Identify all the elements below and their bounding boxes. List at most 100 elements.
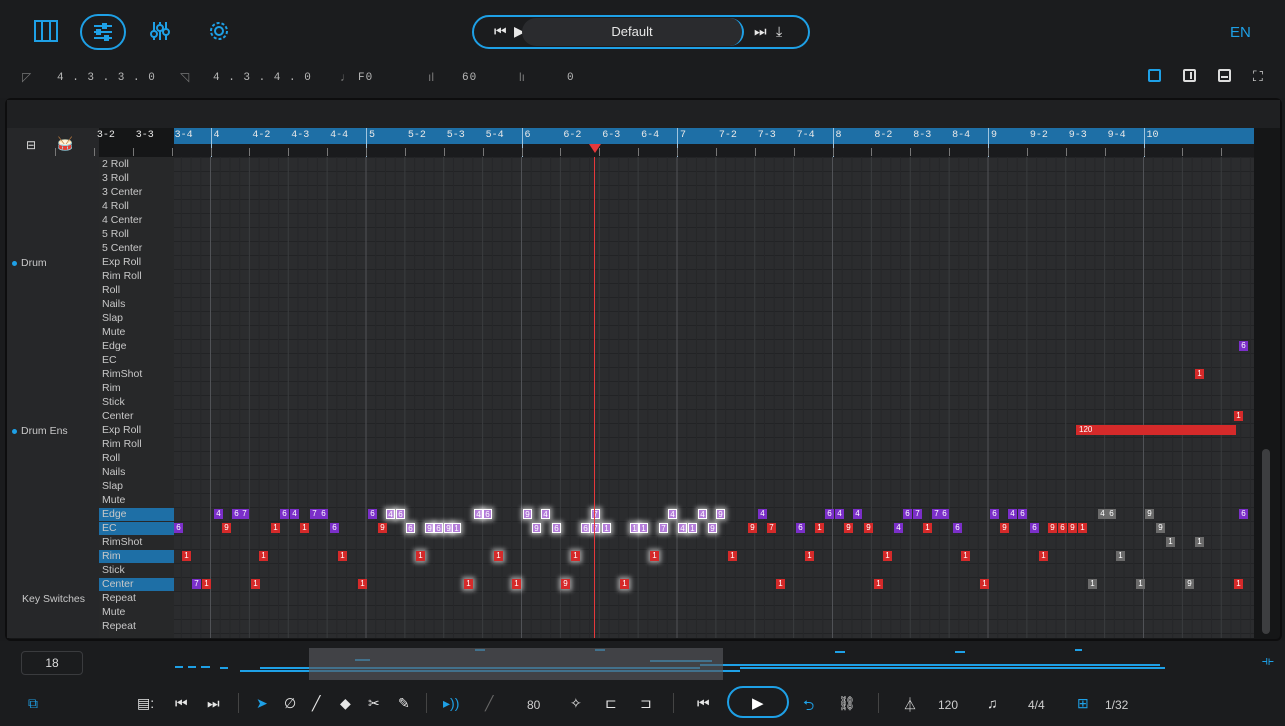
- lane-label[interactable]: Rim: [102, 381, 121, 395]
- scissors-tool-icon[interactable]: ✂: [368, 695, 380, 712]
- quantize-value[interactable]: 1/32: [1105, 698, 1128, 712]
- midi-note[interactable]: 1: [923, 523, 932, 533]
- pitch-value[interactable]: F0: [358, 72, 373, 84]
- midi-note[interactable]: 4: [758, 509, 767, 519]
- lane-label[interactable]: Stick: [102, 395, 125, 409]
- lane-label[interactable]: Rim Roll: [102, 269, 142, 283]
- midi-note[interactable]: 9: [864, 523, 873, 533]
- midi-note[interactable]: 4: [835, 509, 844, 519]
- midi-note[interactable]: 1: [874, 579, 883, 589]
- note-grid[interactable]: 4676476646469474494644677664646966911696…: [174, 157, 1254, 638]
- midi-note[interactable]: 9: [1048, 523, 1057, 533]
- pointer-tool-icon[interactable]: ➤: [256, 695, 268, 712]
- midi-note[interactable]: 6: [174, 523, 183, 533]
- fit-icon[interactable]: ⟛: [1262, 653, 1274, 669]
- lane-label[interactable]: 2 Roll: [102, 157, 129, 171]
- piano-icon[interactable]: [33, 20, 59, 46]
- midi-note[interactable]: 1: [1234, 411, 1243, 421]
- tempo-value[interactable]: 120: [938, 698, 958, 712]
- midi-note[interactable]: 4: [386, 509, 395, 519]
- midi-note[interactable]: 6: [1018, 509, 1027, 519]
- overview-viewport[interactable]: [309, 648, 723, 680]
- collapse-icon[interactable]: ⊟: [26, 138, 36, 152]
- midi-note[interactable]: 7: [192, 579, 201, 589]
- lane-label[interactable]: 3 Roll: [102, 171, 129, 185]
- midi-note[interactable]: 1: [883, 551, 892, 561]
- midi-note[interactable]: 9: [425, 523, 434, 533]
- lane-label[interactable]: 3 Center: [102, 185, 142, 199]
- midi-note[interactable]: 1: [1136, 579, 1145, 589]
- midi-note[interactable]: 9: [523, 509, 532, 519]
- midi-note[interactable]: 6: [581, 523, 590, 533]
- midi-note[interactable]: 1: [416, 551, 425, 561]
- lane-label[interactable]: 5 Center: [102, 241, 142, 255]
- lane-label[interactable]: Nails: [102, 297, 125, 311]
- midi-note[interactable]: 1: [571, 551, 580, 561]
- midi-note[interactable]: 6: [552, 523, 561, 533]
- midi-note[interactable]: 1: [251, 579, 260, 589]
- midi-note[interactable]: 7: [591, 523, 600, 533]
- midi-note[interactable]: 1: [815, 523, 824, 533]
- lane-label[interactable]: EC: [102, 353, 117, 367]
- view-mode-bottom-icon[interactable]: [1218, 69, 1231, 82]
- midi-note[interactable]: 7: [240, 509, 249, 519]
- lane-label[interactable]: Edge: [102, 507, 127, 521]
- quantize-grid-icon[interactable]: ⊞: [1077, 695, 1089, 712]
- midi-note[interactable]: 1: [1234, 579, 1243, 589]
- midi-note[interactable]: 1: [182, 551, 191, 561]
- lane-label[interactable]: Slap: [102, 479, 123, 493]
- group-drum[interactable]: Drum: [12, 257, 47, 269]
- lane-label[interactable]: Mute: [102, 325, 125, 339]
- lane-label[interactable]: Center: [102, 409, 134, 423]
- eraser-tool-icon[interactable]: ◆: [340, 695, 351, 712]
- midi-note[interactable]: 1: [338, 551, 347, 561]
- midi-note[interactable]: 7: [659, 523, 668, 533]
- mute-tool-icon[interactable]: ∅: [284, 695, 296, 712]
- loop-icon[interactable]: ⮌: [803, 695, 814, 719]
- document-menu-icon[interactable]: ▤:: [137, 695, 154, 712]
- long-midi-note[interactable]: 120: [1076, 425, 1236, 435]
- link-icon[interactable]: ⛓: [838, 695, 856, 712]
- midi-note[interactable]: 4: [541, 509, 550, 519]
- midi-note[interactable]: 4: [290, 509, 299, 519]
- start-position[interactable]: 4 . 3 . 3 . 0: [57, 72, 156, 84]
- midi-note[interactable]: 9: [222, 523, 231, 533]
- midi-note[interactable]: 1: [300, 523, 309, 533]
- midi-note[interactable]: 6: [990, 509, 999, 519]
- group-key-switches[interactable]: Key Switches: [22, 593, 85, 605]
- lane-label[interactable]: RimShot: [102, 367, 142, 381]
- lane-label[interactable]: Slap: [102, 311, 123, 325]
- midi-note[interactable]: 6: [1107, 509, 1116, 519]
- group-drum-ens[interactable]: Drum Ens: [12, 425, 68, 437]
- midi-note[interactable]: 4: [698, 509, 707, 519]
- midi-note[interactable]: 9: [1068, 523, 1077, 533]
- midi-note[interactable]: 7: [310, 509, 319, 519]
- midi-note[interactable]: 4: [1098, 509, 1107, 519]
- midi-note[interactable]: 9: [1156, 523, 1165, 533]
- midi-note[interactable]: 1: [494, 551, 503, 561]
- midi-note[interactable]: 4: [853, 509, 862, 519]
- midi-note[interactable]: 6: [483, 509, 492, 519]
- lane-label[interactable]: 4 Roll: [102, 199, 129, 213]
- midi-note[interactable]: 1: [650, 551, 659, 561]
- marker-tool-icon[interactable]: ✎: [398, 695, 410, 712]
- midi-note[interactable]: 1: [1116, 551, 1125, 561]
- midi-note[interactable]: 7: [591, 509, 600, 519]
- lane-label[interactable]: Roll: [102, 451, 120, 465]
- midi-note[interactable]: 9: [378, 523, 387, 533]
- sliders-icon[interactable]: [147, 20, 173, 46]
- midi-note[interactable]: 1: [271, 523, 280, 533]
- velocity-value[interactable]: 60: [462, 72, 477, 84]
- vertical-scrollbar[interactable]: [1262, 449, 1270, 634]
- midi-note[interactable]: 1: [452, 523, 461, 533]
- fullscreen-icon[interactable]: ⛶: [1253, 68, 1263, 85]
- midi-note[interactable]: 1: [358, 579, 367, 589]
- midi-note[interactable]: 1: [1166, 537, 1175, 547]
- midi-note[interactable]: 6: [434, 523, 443, 533]
- midi-note[interactable]: 6: [903, 509, 912, 519]
- lane-label[interactable]: Rim Roll: [102, 437, 142, 451]
- metronome-icon[interactable]: ⏃: [903, 695, 917, 715]
- mixer-tab[interactable]: [80, 14, 126, 50]
- value-field[interactable]: 0: [567, 72, 575, 84]
- lane-label[interactable]: Edge: [102, 339, 127, 353]
